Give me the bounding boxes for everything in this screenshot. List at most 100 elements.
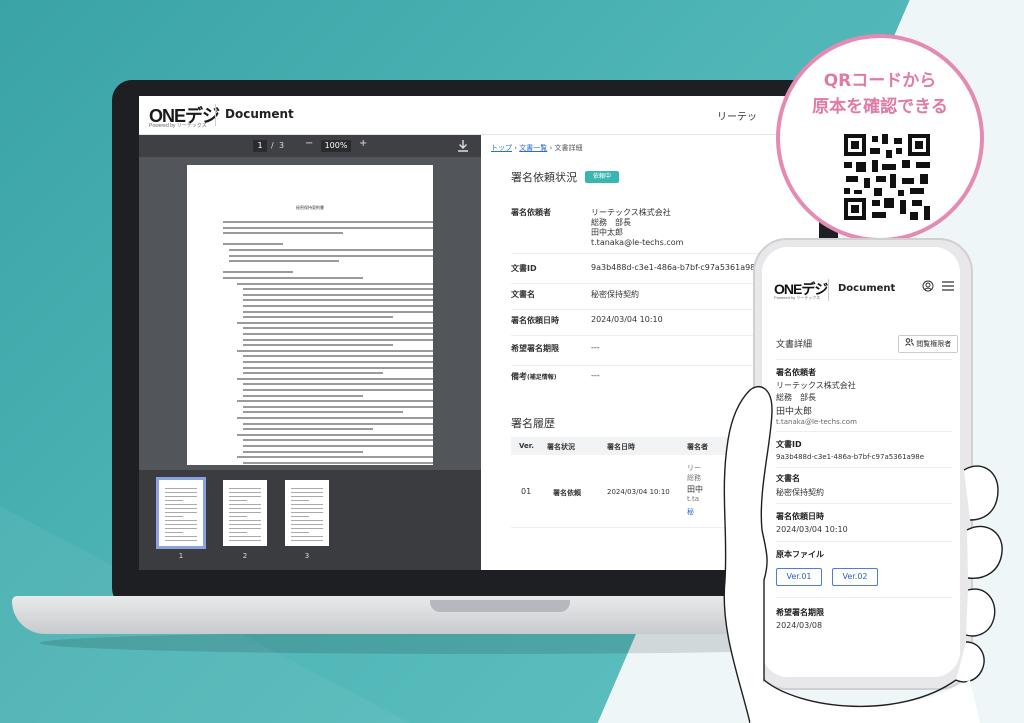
thumbnail-text-line [165,516,183,517]
document-text-line [243,445,433,447]
app-logo[interactable]: ONEデジ Powered by リーテックス [149,102,220,129]
document-text-line [243,372,383,375]
thumbnail-text-line [229,528,261,529]
document-text-line [243,355,433,358]
thumbnail-text-line [229,524,261,525]
document-page: 秘密保持契約書 [187,165,433,465]
document-text-line [243,394,363,397]
page-number-input[interactable]: 1 [253,140,267,152]
thumbnail-text-line [165,508,197,509]
page-separator: / [271,141,274,150]
thumbnail-text-line [291,528,323,529]
docid-value: 9a3b488d-c3e1-486a-b7bf-c97a5361a98e [591,263,761,272]
callout-line-2: 原本を確認できる [812,97,948,117]
thumbnail-text-line [291,488,323,489]
thumbnail-text-line [165,524,197,525]
laptop-notch [430,600,570,612]
thumbnail-page-3[interactable] [285,480,329,546]
docname-value: 秘密保持契約 [591,290,639,299]
user-account-icon[interactable] [922,280,934,292]
thumbnail-text-line [165,540,197,541]
document-text-line [223,232,343,235]
thumbnail-text-line [229,516,247,517]
document-text-line [243,389,433,391]
thumbnail-text-line [165,528,197,529]
requester-email: t.tanaka@le-techs.com [591,238,684,247]
thumbnail-text-line [165,500,183,501]
document-text-line [223,271,293,274]
zoom-out-button[interactable]: − [305,138,313,149]
qr-code-icon[interactable] [824,134,936,220]
document-text-line [243,422,433,425]
thumbnail-text-line [229,532,247,533]
document-text-line [243,366,433,369]
pdf-viewer: 1 / 3 − 100% + 秘密保持契約書 1 2 3 [139,135,481,570]
thumbnail-text-line [229,500,247,501]
thumbnail-text-line [229,492,261,493]
thumbnail-text-line [291,504,323,505]
hamburger-menu-icon[interactable] [941,280,955,292]
thumbnail-text-line [229,520,261,521]
user-name[interactable]: リーテッ [717,108,757,123]
history-col-ver: Ver. [519,442,534,450]
remarks-value: --- [591,371,600,380]
history-status: 署名依頼 [553,489,581,497]
breadcrumb-top[interactable]: トップ [491,144,512,152]
thumbnail-text-line [165,512,197,513]
thumbnail-text-line [291,500,309,501]
thumbnail-text-line [291,520,323,521]
thumbnail-number: 3 [304,552,310,560]
docid-label: 文書ID [511,264,537,273]
reqdate-value: 2024/03/04 10:10 [591,315,663,324]
document-text-line [243,305,433,307]
download-icon[interactable] [457,139,469,153]
reqdate-label: 署名依頼日時 [511,316,559,325]
document-text-line [237,282,433,285]
deadline-label: 希望署名期限 [511,344,559,353]
document-text-line [229,249,433,251]
history-date: 2024/03/04 10:10 [607,488,670,496]
thumbnail-text-line [165,496,197,497]
document-page-title: 秘密保持契約書 [296,205,324,210]
document-text-line [243,450,363,453]
thumbnail-text-line [291,516,309,517]
thumbnail-strip: 1 2 3 [139,470,481,570]
thumbnail-page-2[interactable] [223,480,267,546]
thumbnail-text-line [291,492,323,493]
thumbnail-page-1[interactable] [156,477,206,549]
zoom-level[interactable]: 100% [321,140,351,152]
page-total: 3 [279,141,285,150]
phone-app-logo[interactable]: ONEデジ Powered by リーテックス [774,279,828,300]
deadline-value: --- [591,343,600,352]
thumbnail-text-line [291,524,323,525]
document-text-line [243,338,433,341]
history-ver: 01 [521,487,532,496]
remarks-label: 備考(補足情報) [511,372,557,381]
thumbnail-text-line [165,536,197,537]
users-icon [905,338,914,346]
breadcrumb-list[interactable]: 文書一覧 [519,144,547,152]
thumbnail-number: 2 [242,552,248,560]
document-text-line [243,299,433,302]
status-badge: 依頼中 [585,171,620,183]
document-text-line [243,310,433,313]
thumbnail-text-line [229,488,261,489]
zoom-in-button[interactable]: + [359,138,367,149]
phone-divider [776,359,952,360]
document-text-line [243,405,433,408]
thumbnail-text-line [291,536,323,537]
document-text-line [223,277,363,279]
phone-header-divider [828,279,829,301]
phone-requester-label: 署名依頼者 [776,368,816,377]
app-header: ONEデジ Powered by リーテックス Document リーテッ [139,96,819,135]
document-text-line [237,400,433,403]
thumbnail-text-line [229,496,261,497]
document-text-line [237,377,433,380]
thumbnail-text-line [229,508,261,509]
phone-header: ONEデジ Powered by リーテックス Document [762,247,960,328]
viewer-permissions-button[interactable]: 閲覧権限者 [898,335,959,353]
phone-app-title: Document [838,283,896,294]
thumbnail-text-line [291,540,323,541]
document-text-line [223,226,433,229]
document-text-line [237,417,433,419]
